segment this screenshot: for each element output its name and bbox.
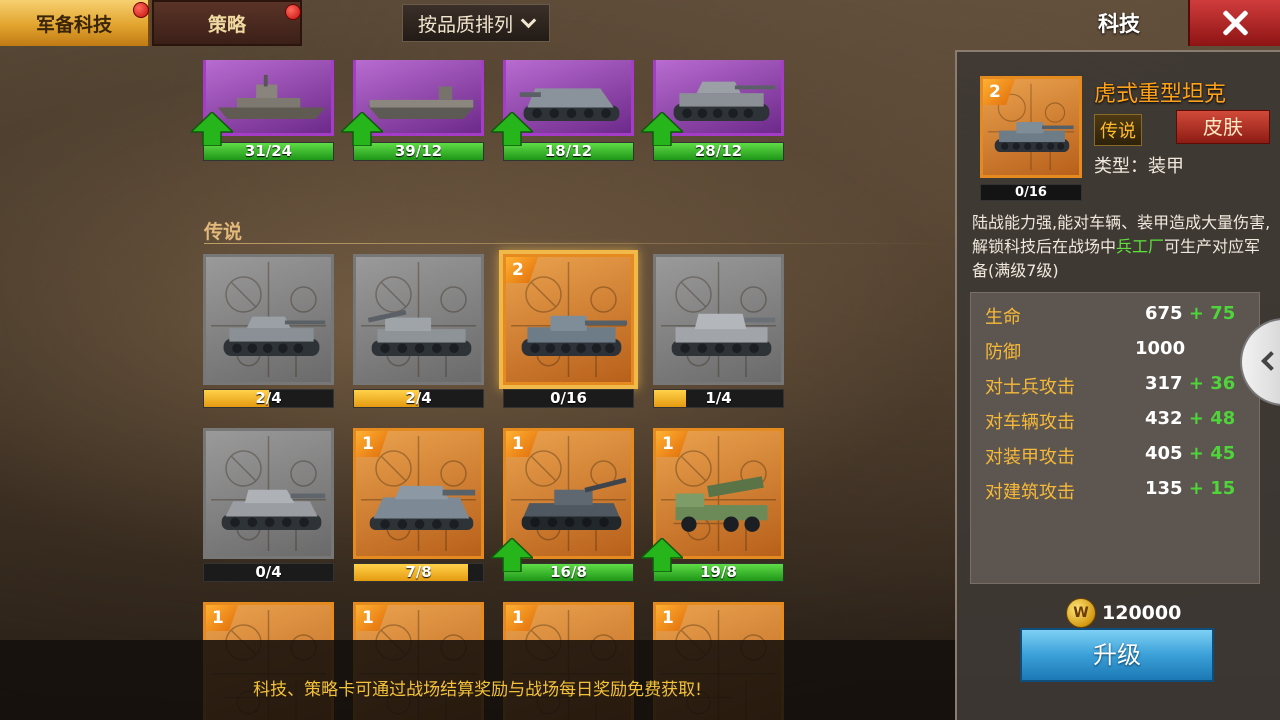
unit-type: 类型：装甲 — [1094, 156, 1184, 177]
stat-value-group: 432 + 48 — [1145, 408, 1235, 429]
tab-military-tech[interactable]: 军备科技 — [0, 0, 150, 46]
artillery-icon — [367, 309, 472, 356]
stat-name: 对车辆攻击 — [985, 412, 1075, 433]
progress-bar: 0/4 — [203, 563, 334, 582]
stat-name: 防御 — [985, 342, 1021, 363]
tech-card[interactable] — [203, 428, 334, 559]
upgrade-arrow-icon — [491, 112, 533, 146]
rarity-tag: 传说 — [1094, 114, 1142, 146]
tab-label: 策略 — [207, 13, 246, 36]
close-icon — [1222, 10, 1248, 36]
stat-value: 1000 — [1135, 338, 1186, 359]
upgrade-button[interactable]: 升级 — [1020, 628, 1214, 682]
close-button[interactable] — [1188, 0, 1280, 46]
stat-value-group: 675 + 75 — [1145, 303, 1235, 324]
stat-row: 对装甲攻击 405 + 45 — [985, 443, 1255, 473]
stats-box: 生命 675 + 75 防御 1000 对士兵攻击 317 + 36 对车辆攻击 432 +… — [970, 292, 1260, 584]
skin-button[interactable]: 皮肤 — [1176, 110, 1270, 144]
chevron-left-icon — [1261, 351, 1280, 371]
upgrade-arrow-icon — [191, 112, 233, 146]
arsenal-link[interactable]: 兵工厂 — [1116, 237, 1164, 256]
tab-strategy[interactable]: 策略 — [152, 0, 302, 46]
sort-label: 按品质排列 — [417, 13, 513, 36]
stat-value-group: 1000 — [1135, 338, 1185, 359]
panel-title: 科技 — [1098, 12, 1140, 36]
tab-label: 军备科技 — [35, 13, 112, 36]
stat-value-group: 135 + 15 — [1145, 478, 1235, 499]
stat-value: 135 — [1145, 478, 1183, 499]
hint-text: 科技、策略卡可通过战场结算奖励与战场每日奖励免费获取! — [253, 680, 702, 700]
unit-description: 陆战能力强,能对车辆、装甲造成大量伤害,解锁科技后在战场中兵工厂可生产对应军备(… — [972, 211, 1274, 283]
katyusha-icon — [675, 476, 768, 532]
progress-bar: 7/8 — [353, 563, 484, 582]
tank-icon — [223, 316, 326, 356]
stat-row: 生命 675 + 75 — [985, 303, 1255, 333]
stat-name: 对建筑攻击 — [985, 482, 1075, 503]
stat-bonus: + 45 — [1188, 443, 1236, 464]
tech-card[interactable] — [653, 254, 784, 385]
notification-dot — [285, 4, 301, 20]
stat-value-group: 317 + 36 — [1145, 373, 1235, 394]
sort-dropdown[interactable]: 按品质排列 — [402, 4, 550, 42]
king-tiger-icon — [221, 489, 326, 530]
notification-dot — [133, 2, 149, 18]
stat-value: 675 — [1145, 303, 1183, 324]
maus-icon — [369, 485, 476, 530]
progress-text: 2/4 — [255, 389, 282, 407]
heavy-tank-icon — [671, 313, 776, 356]
tech-card[interactable] — [203, 254, 334, 385]
tiger-tank-icon — [994, 121, 1074, 153]
section-divider — [204, 243, 954, 244]
stat-value: 317 — [1145, 373, 1183, 394]
tech-card[interactable] — [353, 254, 484, 385]
top-bar: 军备科技 策略 按品质排列 科技 — [0, 0, 1280, 46]
detail-card-image: 2 — [980, 76, 1082, 178]
stat-name: 对士兵攻击 — [985, 377, 1075, 398]
gold-coin-icon: W — [1066, 598, 1096, 628]
unit-name: 虎式重型坦克 — [1094, 82, 1227, 107]
stat-bonus: + 48 — [1188, 408, 1236, 429]
progress-text: 1/4 — [705, 389, 732, 407]
upgrade-arrow-icon — [641, 538, 683, 572]
upgrade-cost: W 120000 — [1066, 598, 1181, 628]
stat-bonus: + 75 — [1188, 303, 1236, 324]
progress-bar: 1/4 — [653, 389, 784, 408]
detail-progress: 0/16 — [980, 184, 1082, 201]
upgrade-arrow-icon — [341, 112, 383, 146]
tiger-icon — [521, 315, 628, 356]
progress-bar: 0/16 — [503, 389, 634, 408]
progress-text: 7/8 — [405, 563, 432, 581]
stat-value: 405 — [1145, 443, 1183, 464]
stat-bonus: + 15 — [1188, 478, 1236, 499]
cost-value: 120000 — [1102, 602, 1182, 624]
stat-row: 对建筑攻击 135 + 15 — [985, 478, 1255, 508]
section-label-legendary: 传说 — [204, 221, 243, 243]
stat-value: 432 — [1145, 408, 1183, 429]
stat-name: 生命 — [985, 307, 1021, 328]
chevron-down-icon — [520, 12, 537, 28]
e100-icon — [521, 477, 627, 530]
progress-text: 0/4 — [255, 563, 282, 581]
stat-row: 对士兵攻击 317 + 36 — [985, 373, 1255, 403]
stat-bonus: + 36 — [1188, 373, 1236, 394]
tech-card[interactable]: 1 — [353, 428, 484, 559]
progress-text: 2/4 — [405, 389, 432, 407]
progress-bar: 2/4 — [203, 389, 334, 408]
stat-row: 对车辆攻击 432 + 48 — [985, 408, 1255, 438]
stat-name: 对装甲攻击 — [985, 447, 1075, 468]
progress-text: 0/16 — [550, 389, 587, 407]
upgrade-arrow-icon — [641, 112, 683, 146]
progress-bar: 2/4 — [353, 389, 484, 408]
tech-card[interactable]: 2 — [503, 254, 634, 385]
stat-row: 防御 1000 — [985, 338, 1255, 368]
stat-value-group: 405 + 45 — [1145, 443, 1235, 464]
upgrade-arrow-icon — [491, 538, 533, 572]
